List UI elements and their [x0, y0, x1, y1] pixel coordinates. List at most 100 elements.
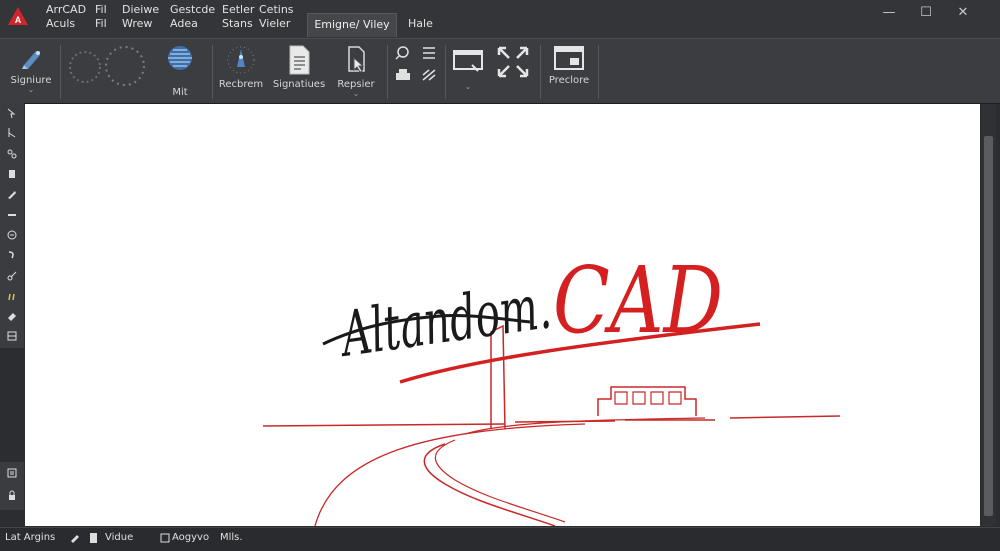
drawing-svg: Altandom. CAD — [262, 247, 841, 526]
ribbon-separator — [540, 45, 541, 99]
status-vidue[interactable]: Vidue — [105, 532, 133, 543]
left-toolbar — [0, 103, 24, 348]
preclore-tool-button[interactable]: Preclore — [546, 43, 592, 86]
node-icon[interactable] — [0, 144, 24, 164]
zoom-icon — [395, 46, 409, 60]
cad-text: CAD — [553, 247, 723, 354]
road-curve-inner-2 — [434, 439, 566, 523]
signatures-tool-button[interactable]: Signatiues — [270, 43, 328, 90]
ribbon: Signiure ⌄ Mit Recbrem Signatiues Repsie… — [0, 38, 1000, 104]
menu-group-5[interactable]: Eetler Stans — [222, 3, 254, 31]
expand-tool-button[interactable] — [492, 43, 534, 81]
ribbon-separator — [212, 45, 213, 99]
ribbon-separator — [387, 45, 388, 99]
menu-item[interactable]: Adea — [170, 17, 215, 31]
mit-tool-button[interactable]: Mit — [158, 43, 202, 98]
lock-icon[interactable] — [0, 484, 24, 506]
ribbon-separator — [598, 45, 599, 99]
status-grid-icon[interactable] — [160, 532, 170, 544]
chevron-down-icon: ⌄ — [27, 85, 35, 94]
pen-icon[interactable] — [0, 225, 24, 245]
close-button[interactable]: ✕ — [954, 4, 972, 22]
ribbon-separator — [60, 45, 61, 99]
menu-item[interactable]: Stans — [222, 17, 254, 31]
autocad-logo-icon[interactable]: A — [6, 5, 30, 29]
status-bar: Lat Argins Vidue Aogyvo Mlls. — [0, 527, 1000, 551]
layer-icon[interactable] — [0, 164, 24, 184]
svg-text:A: A — [15, 15, 22, 25]
menu-item[interactable]: Eetler — [222, 3, 254, 17]
point-cloud-icon — [227, 46, 255, 74]
signatures-label: Signatiues — [272, 79, 326, 90]
window-icon — [554, 46, 584, 70]
list-tool-button[interactable] — [418, 45, 440, 61]
left-toolbar-bottom — [0, 462, 24, 510]
grid-icon[interactable] — [0, 326, 24, 346]
title-bar: A ArrCAD Aculs Fil Fil Dieiwe Wrew Gestc… — [0, 0, 1000, 38]
polygon-tool-button[interactable] — [100, 43, 150, 89]
select-icon[interactable] — [0, 123, 24, 143]
menu-group-1[interactable]: ArrCAD Aculs — [46, 3, 86, 31]
menu-item[interactable]: Fil — [95, 17, 107, 31]
circle-tool-button[interactable] — [65, 43, 105, 89]
menu-item[interactable]: Gestcde — [170, 3, 215, 17]
menu-item[interactable]: Wrew — [122, 17, 159, 31]
chevron-down-icon: ⌄ — [464, 82, 472, 91]
tab-active[interactable]: Emigne/ Viley — [307, 13, 397, 37]
scrollbar-thumb[interactable] — [984, 136, 993, 516]
menu-item[interactable]: Cetins — [259, 3, 294, 17]
monitor-tool-button[interactable]: ⌄ — [450, 43, 486, 91]
road-curve-inner — [423, 443, 556, 526]
pen-tool-icon — [22, 51, 40, 69]
menu-item[interactable]: Aculs — [46, 17, 86, 31]
mit-label: Mit — [172, 87, 188, 98]
maximize-button[interactable]: ☐ — [917, 4, 935, 22]
menu-group-2[interactable]: Fil Fil — [95, 3, 107, 31]
status-aogyvo[interactable]: Aogyvo — [172, 532, 209, 543]
status-pen-icon[interactable] — [70, 532, 80, 544]
ground-line — [262, 415, 841, 427]
minimize-button[interactable]: — — [880, 4, 898, 22]
recbrem-label: Recbrem — [218, 79, 264, 90]
recbrem-tool-button[interactable]: Recbrem — [216, 43, 266, 90]
status-mlls[interactable]: Mlls. — [220, 532, 243, 543]
scissors-icon[interactable] — [0, 265, 24, 285]
eraser-icon[interactable] — [0, 306, 24, 326]
drawing-canvas[interactable]: Altandom. CAD — [25, 104, 980, 526]
document-icon — [289, 45, 310, 75]
preclore-label: Preclore — [548, 75, 590, 86]
curve-icon[interactable] — [0, 245, 24, 265]
file-cursor-icon — [348, 46, 365, 73]
menu-group-3[interactable]: Dieiwe Wrew — [122, 3, 159, 31]
dotted-circle-icon — [69, 51, 101, 83]
hatch-icon — [422, 69, 436, 81]
pencil-icon[interactable] — [0, 286, 24, 306]
menu-group-6[interactable]: Cetins Vieler — [259, 3, 294, 31]
hatch-tool-button[interactable] — [418, 67, 440, 83]
pointer-icon[interactable] — [0, 103, 24, 123]
ribbon-separator — [445, 45, 446, 99]
printer-icon — [396, 69, 410, 80]
dotted-polygon-icon — [105, 46, 145, 86]
chevron-down-icon: ⌄ — [352, 89, 360, 98]
repsier-tool-button[interactable]: Repsier ⌄ — [332, 43, 380, 98]
list-icon — [423, 47, 435, 59]
zoom-tool-button[interactable] — [392, 45, 414, 61]
status-page-icon[interactable] — [89, 532, 99, 544]
building-windows — [614, 391, 682, 405]
line-icon[interactable] — [0, 204, 24, 224]
layers-icon[interactable] — [0, 462, 24, 484]
road-curve — [314, 423, 586, 526]
menu-item[interactable]: Dieiwe — [122, 3, 159, 17]
brush-icon[interactable] — [0, 184, 24, 204]
menu-item[interactable]: Fil — [95, 3, 107, 17]
signature-tool-button[interactable]: Signiure ⌄ — [8, 43, 54, 94]
status-layout[interactable]: Lat Argins — [5, 532, 55, 543]
menu-help[interactable]: Hale — [408, 17, 433, 30]
monitor-icon — [453, 50, 483, 72]
menu-group-4[interactable]: Gestcde Adea — [170, 3, 215, 31]
expand-icon — [497, 46, 529, 78]
menu-item[interactable]: Vieler — [259, 17, 294, 31]
print-tool-button[interactable] — [392, 67, 414, 83]
menu-item[interactable]: ArrCAD — [46, 3, 86, 17]
